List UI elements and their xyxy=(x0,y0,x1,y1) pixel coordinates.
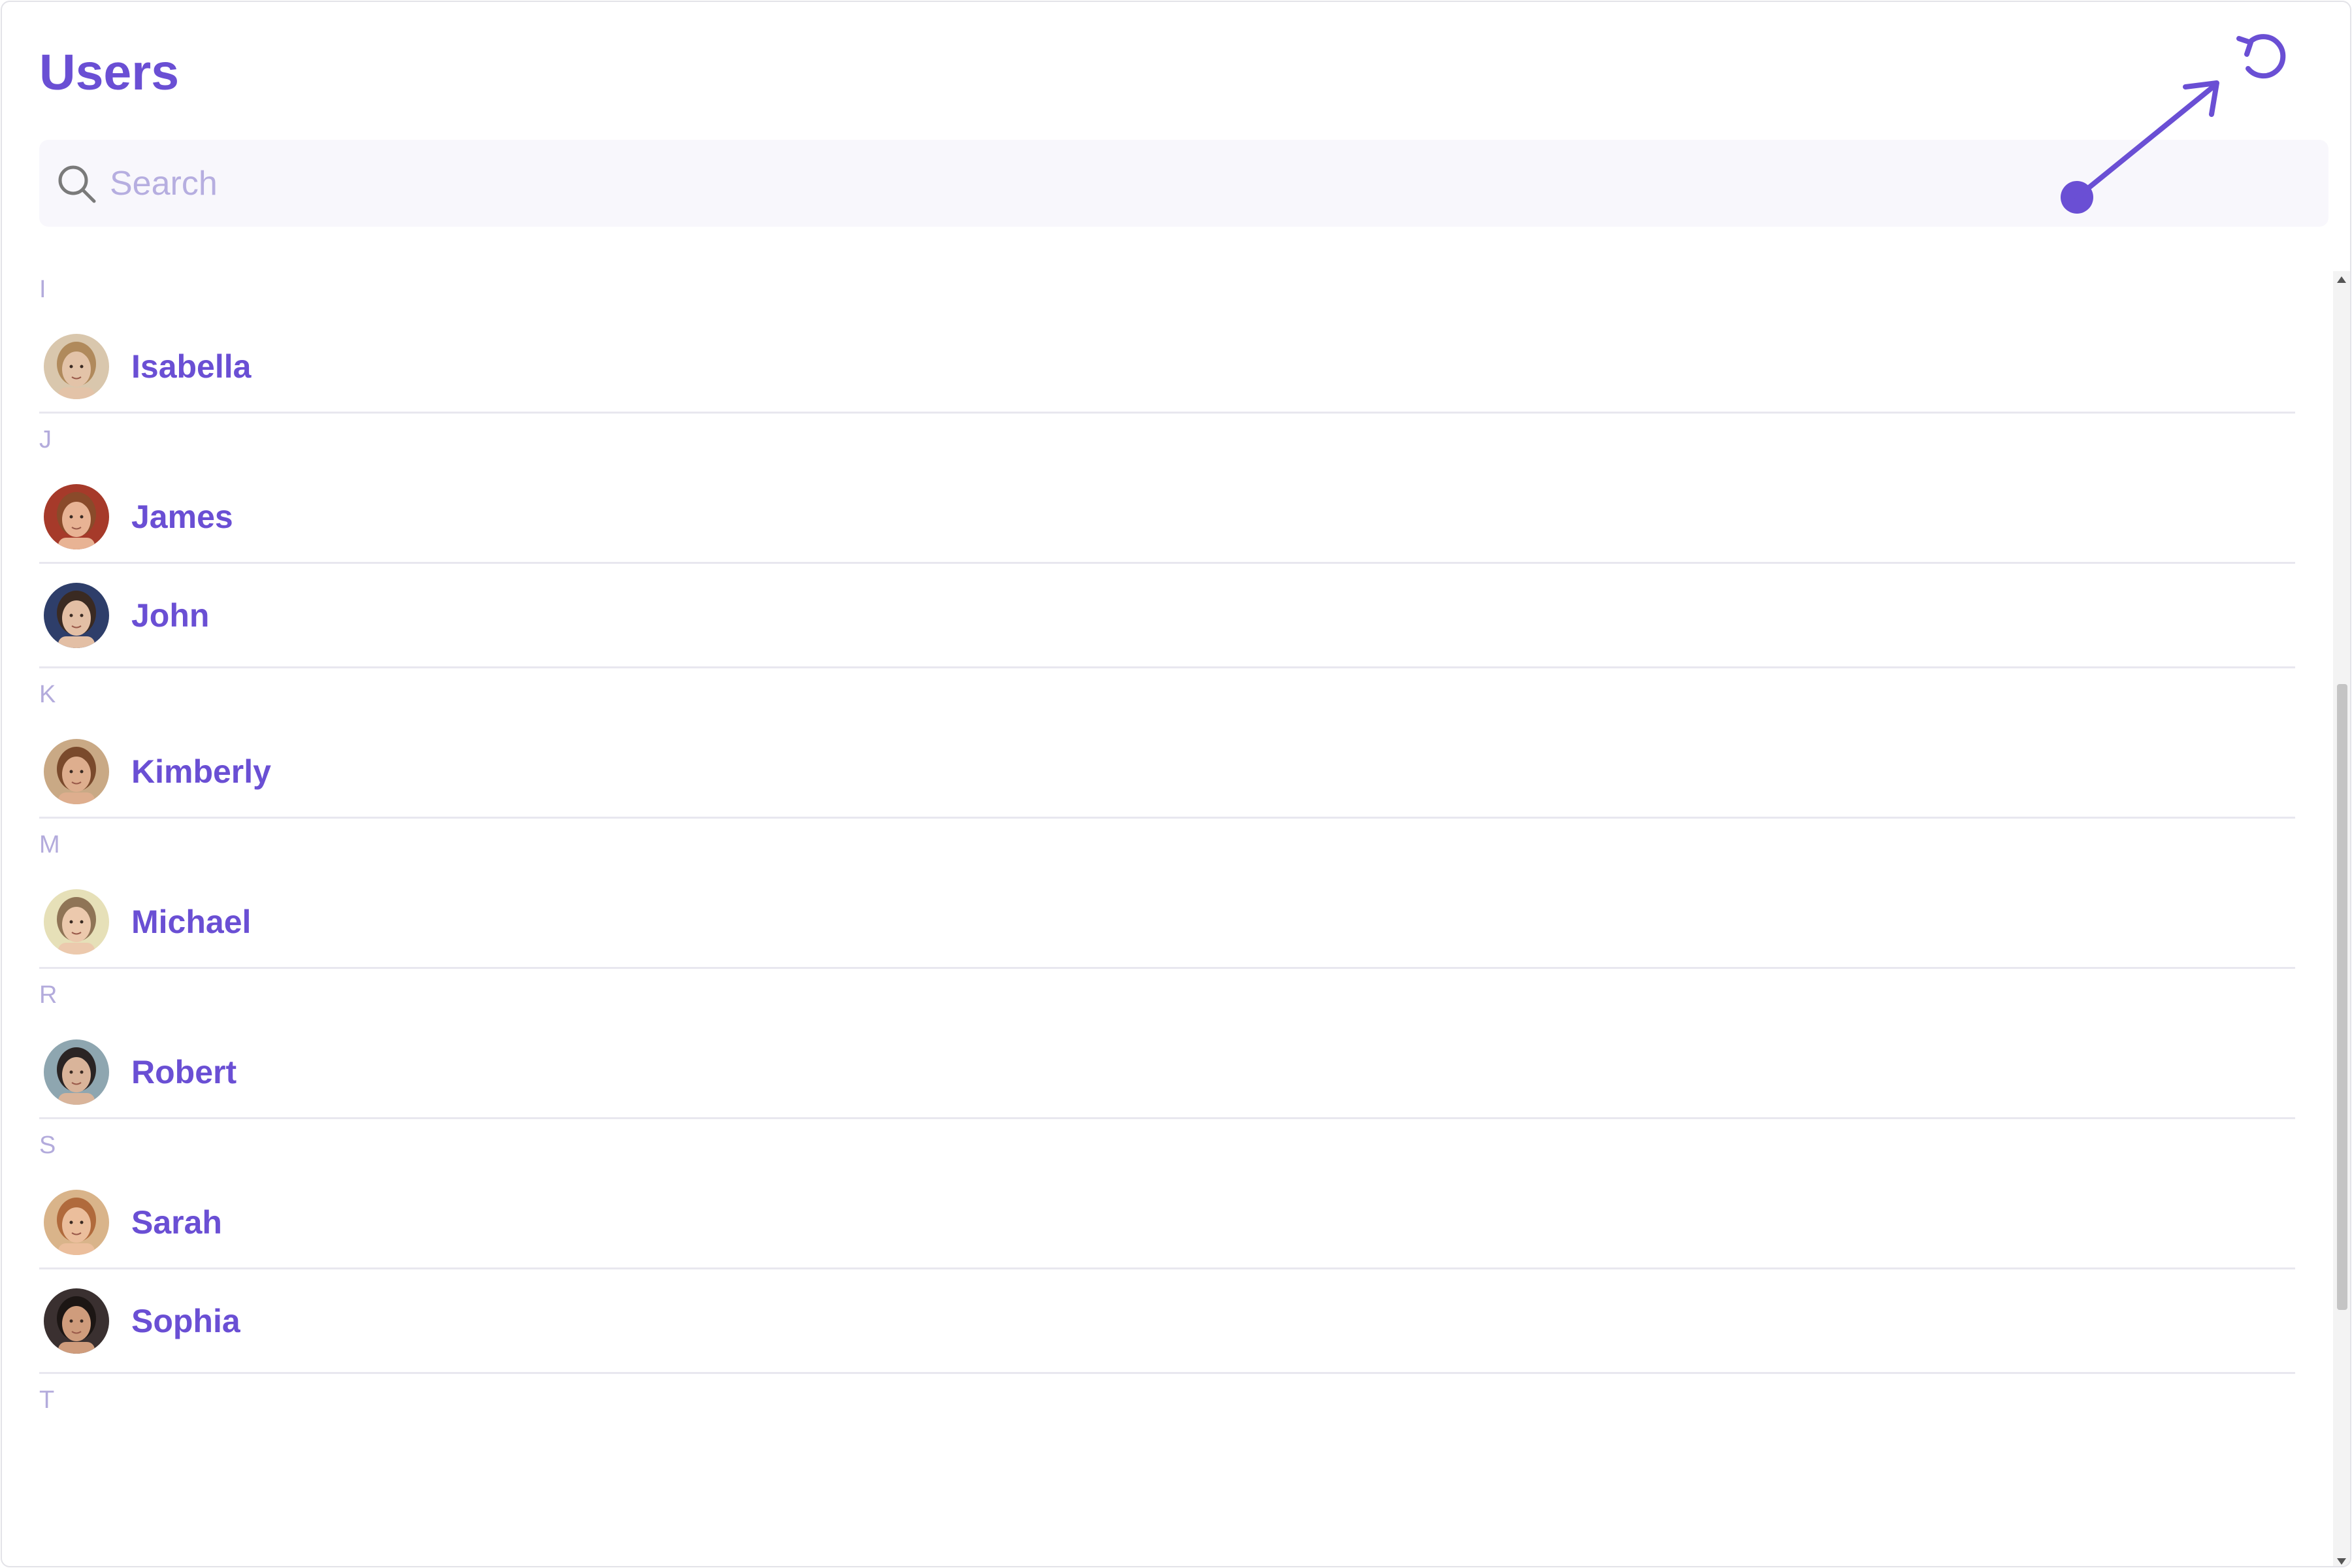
user-name: Robert xyxy=(131,1053,237,1090)
avatar xyxy=(44,333,109,399)
user-name: John xyxy=(131,596,210,634)
user-row[interactable]: Isabella xyxy=(39,321,2295,414)
section-header: T xyxy=(39,1386,55,1414)
user-row[interactable]: James xyxy=(39,471,2295,564)
avatar xyxy=(44,1288,109,1354)
avatar xyxy=(44,582,109,648)
avatar xyxy=(44,738,109,804)
refresh-button[interactable] xyxy=(2230,24,2295,90)
user-name: Sarah xyxy=(131,1203,222,1241)
page-title: Users xyxy=(39,44,180,101)
avatar xyxy=(44,1039,109,1105)
user-row[interactable]: Michael xyxy=(39,876,2295,969)
user-name: Isabella xyxy=(131,348,252,385)
user-row[interactable]: Sarah xyxy=(39,1177,2295,1269)
user-name: Kimberly xyxy=(131,753,271,790)
scrollbar-thumb[interactable] xyxy=(2337,684,2347,1310)
search-icon xyxy=(58,165,96,203)
user-row[interactable]: Kimberly xyxy=(39,726,2295,819)
users-panel: Users IIsabellaJJamesJohnKKimberlyMMicha… xyxy=(1,1,2351,1567)
user-row[interactable]: John xyxy=(39,564,2295,668)
user-list[interactable]: I Isabella J James John K Kimberly M Michael R Rob… xyxy=(39,263,2295,1566)
avatar xyxy=(44,889,109,955)
user-row[interactable]: Robert xyxy=(39,1026,2295,1119)
avatar xyxy=(44,1189,109,1255)
user-name: Michael xyxy=(131,903,252,940)
scroll-up-arrow[interactable] xyxy=(2337,276,2346,283)
scrollbar[interactable] xyxy=(2333,271,2350,1566)
search-input[interactable] xyxy=(110,140,2266,227)
user-row[interactable]: Sophia xyxy=(39,1269,2295,1374)
avatar xyxy=(44,483,109,549)
scroll-down-arrow[interactable] xyxy=(2337,1558,2346,1565)
user-name: Sophia xyxy=(131,1302,240,1339)
user-name: James xyxy=(131,498,233,535)
search-bar[interactable] xyxy=(39,140,2328,227)
refresh-icon xyxy=(2236,34,2286,79)
